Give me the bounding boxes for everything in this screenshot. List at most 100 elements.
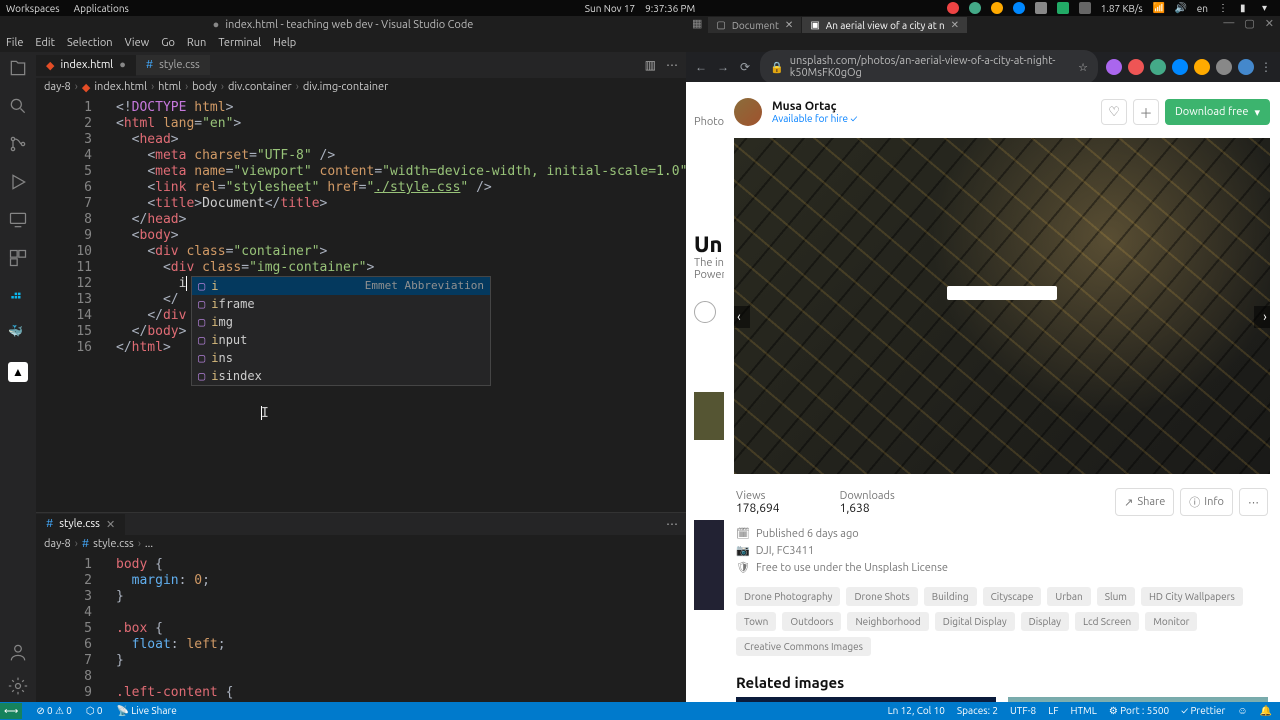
tag[interactable]: Lcd Screen xyxy=(1075,612,1139,631)
crumb[interactable]: div.container xyxy=(228,81,292,93)
power-icon[interactable]: ▾ xyxy=(1262,2,1274,14)
menu-go[interactable]: Go xyxy=(161,37,175,49)
extension-icon[interactable] xyxy=(1128,59,1144,75)
menu-run[interactable]: Run xyxy=(187,37,206,49)
menu-help[interactable]: Help xyxy=(273,37,296,49)
reload-button[interactable]: ⟳ xyxy=(738,60,752,74)
remote-icon[interactable] xyxy=(8,210,28,230)
tray-icon[interactable] xyxy=(1079,2,1091,14)
tag[interactable]: Digital Display xyxy=(935,612,1015,631)
close-tab-icon[interactable]: ✕ xyxy=(951,19,959,31)
intellisense-popup[interactable]: Emmet Abbreviation ▢ i▢ iframe▢ img▢ inp… xyxy=(191,276,491,386)
docker-alt-icon[interactable]: 🐳 xyxy=(8,324,28,344)
browser-tab[interactable]: ▣ An aerial view of a city at n ✕ xyxy=(802,17,967,33)
editor-tab[interactable]: # style.css ✕ xyxy=(36,514,125,535)
crumb[interactable]: day-8 xyxy=(44,538,71,550)
tray-icon[interactable] xyxy=(1057,2,1069,14)
tray-icon[interactable] xyxy=(1013,2,1025,14)
status-bell-icon[interactable]: 🔔 xyxy=(1260,705,1272,717)
remote-indicator[interactable]: ⟷ xyxy=(0,703,22,719)
browser-menu-icon[interactable]: ⋮ xyxy=(1260,60,1272,74)
extension-icon[interactable] xyxy=(1216,59,1232,75)
crumb[interactable]: body xyxy=(192,81,217,93)
back-button[interactable]: ← xyxy=(694,60,708,74)
close-tab-icon[interactable]: ✕ xyxy=(106,518,115,531)
star-icon[interactable]: ☆ xyxy=(1078,61,1088,74)
triangle-icon[interactable]: ▲ xyxy=(8,362,28,382)
crumb[interactable]: ... xyxy=(145,538,153,550)
tag[interactable]: Drone Photography xyxy=(736,587,840,606)
status-cursor[interactable]: Ln 12, Col 10 xyxy=(888,705,945,717)
status-indent[interactable]: Spaces: 2 xyxy=(957,705,998,717)
suggest-item[interactable]: ▢ input xyxy=(192,331,490,349)
lang-indicator[interactable]: en xyxy=(1197,3,1208,14)
code-editor[interactable]: 12345678910111213141516 <!DOCTYPE html> … xyxy=(36,96,686,512)
breadcrumbs[interactable]: day-8› #style.css› ... xyxy=(36,535,686,553)
more-button[interactable]: ⋯ xyxy=(1239,488,1268,516)
tag[interactable]: Monitor xyxy=(1145,612,1197,631)
docker-icon[interactable] xyxy=(8,286,28,306)
browser-tab[interactable]: ▢ Document ✕ xyxy=(708,17,801,33)
extension-icon[interactable] xyxy=(1106,59,1122,75)
menu-edit[interactable]: Edit xyxy=(35,37,55,49)
tray-icon[interactable] xyxy=(1035,2,1047,14)
crumb[interactable]: html xyxy=(158,81,181,93)
thumb[interactable] xyxy=(694,392,724,440)
tag[interactable]: Neighborhood xyxy=(847,612,928,631)
close-icon[interactable]: ✕ xyxy=(1265,17,1274,33)
search-icon[interactable] xyxy=(694,301,716,323)
nav-photos[interactable]: Photos xyxy=(694,112,724,132)
crumb[interactable]: style.css xyxy=(93,538,134,550)
next-photo-button[interactable]: › xyxy=(1254,306,1270,328)
suggest-item[interactable]: ▢ iframe xyxy=(192,295,490,313)
status-port[interactable]: ⚙ Port : 5500 xyxy=(1109,705,1169,717)
tag[interactable]: Outdoors xyxy=(782,612,841,631)
like-button[interactable]: ♡ xyxy=(1101,99,1127,125)
tag[interactable]: Creative Commons Images xyxy=(736,637,871,656)
add-button[interactable]: ＋ xyxy=(1133,99,1159,125)
meta-license[interactable]: Free to use under the Unsplash License xyxy=(756,560,948,577)
editor-tab[interactable]: # style.css xyxy=(136,55,210,75)
source-control-icon[interactable] xyxy=(8,134,28,154)
extension-icon[interactable] xyxy=(1150,59,1166,75)
tag[interactable]: Building xyxy=(924,587,977,606)
tray-icon[interactable] xyxy=(947,2,959,14)
tray-icon[interactable] xyxy=(969,2,981,14)
status-eol[interactable]: LF xyxy=(1048,705,1058,717)
crumb[interactable]: index.html xyxy=(94,81,147,93)
tag[interactable]: Drone Shots xyxy=(846,587,917,606)
share-button[interactable]: ↗ Share xyxy=(1115,488,1174,516)
extension-icon[interactable] xyxy=(1172,59,1188,75)
crumb[interactable]: div.img-container xyxy=(303,81,388,93)
search-icon[interactable] xyxy=(8,96,28,116)
related-image[interactable] xyxy=(1008,697,1268,702)
menu-terminal[interactable]: Terminal xyxy=(218,37,261,49)
battery-icon[interactable]: ▮ xyxy=(1240,2,1252,14)
status-prettier[interactable]: ✓ Prettier xyxy=(1181,705,1225,717)
close-tab-icon[interactable]: ✕ xyxy=(785,19,793,31)
tray-icon[interactable] xyxy=(991,2,1003,14)
tag[interactable]: HD City Wallpapers xyxy=(1141,587,1243,606)
volume-icon[interactable]: 🔊 xyxy=(1175,2,1187,14)
info-button[interactable]: ⓘ Info xyxy=(1180,488,1233,516)
tag[interactable]: Urban xyxy=(1047,587,1090,606)
related-image[interactable] xyxy=(736,697,996,702)
status-ports[interactable]: ⬡ 0 xyxy=(86,705,103,717)
editor-tab[interactable]: ◆ index.html ● xyxy=(36,55,136,76)
split-editor-icon[interactable]: ▥ xyxy=(645,58,656,72)
menu-view[interactable]: View xyxy=(125,37,150,49)
status-problems[interactable]: ⊘ 0 ⚠ 0 xyxy=(36,705,72,717)
extension-icon[interactable] xyxy=(1194,59,1210,75)
photo-hero[interactable]: ‹ › xyxy=(734,138,1270,474)
workspaces-menu[interactable]: Workspaces xyxy=(6,3,60,14)
status-liveshare[interactable]: 📡 Live Share xyxy=(117,705,177,717)
explorer-icon[interactable] xyxy=(8,58,28,78)
status-encoding[interactable]: UTF-8 xyxy=(1010,705,1036,717)
minimize-icon[interactable]: — xyxy=(1223,17,1234,33)
settings-icon[interactable] xyxy=(8,676,28,696)
forward-button[interactable]: → xyxy=(716,60,730,74)
extension-icon[interactable] xyxy=(1238,59,1254,75)
menu-file[interactable]: File xyxy=(6,37,23,49)
author-name[interactable]: Musa Ortaç xyxy=(772,100,857,113)
maximize-icon[interactable]: ▢ xyxy=(1244,17,1254,33)
